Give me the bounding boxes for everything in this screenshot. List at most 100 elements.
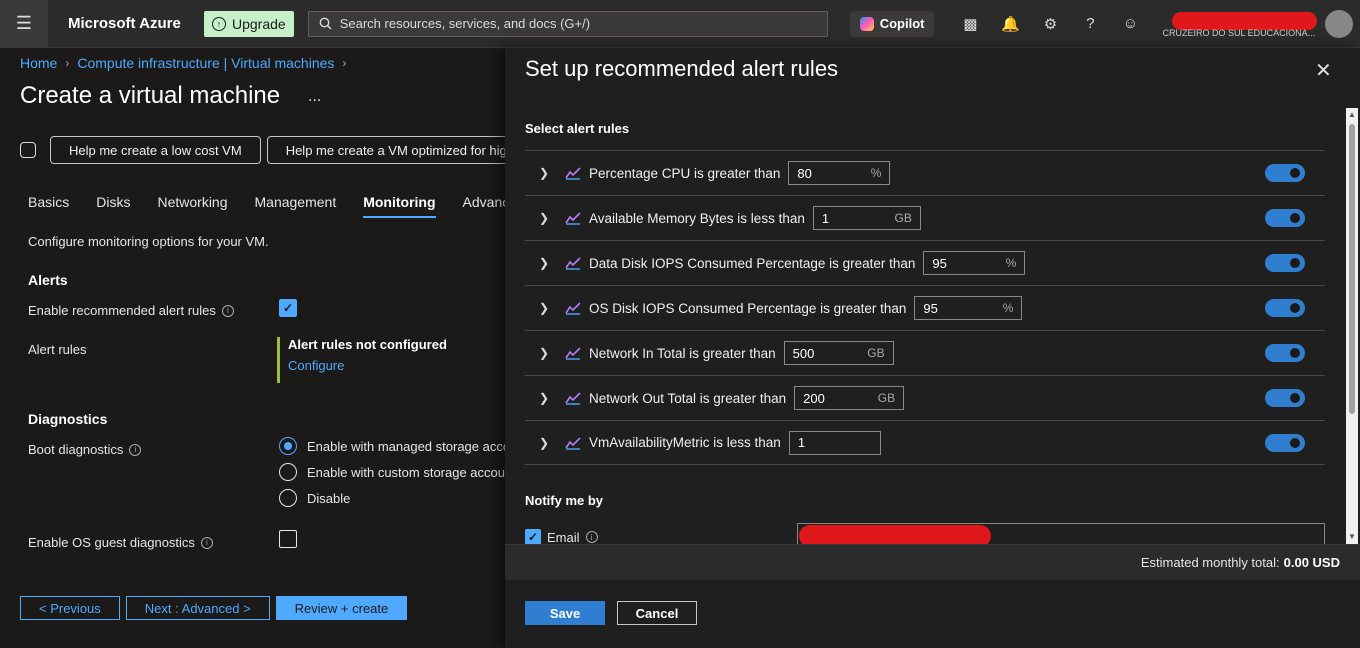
review-create-button[interactable]: Review + create (275, 596, 408, 620)
metric-chart-icon (565, 302, 581, 315)
menu-icon[interactable]: ☰ (0, 0, 48, 48)
radio[interactable] (279, 463, 297, 481)
cancel-button[interactable]: Cancel (617, 601, 697, 625)
estimate-label: Estimated monthly total: (1140, 555, 1280, 570)
redacted-email (799, 525, 991, 544)
info-icon[interactable]: i (200, 536, 213, 549)
metric-chart-icon (565, 347, 581, 360)
enable-alerts-checkbox[interactable]: ✓ (279, 299, 297, 317)
threshold-input[interactable]: 80 % (788, 161, 891, 185)
metric-chart-icon (565, 257, 581, 270)
scroll-down-icon[interactable]: ▼ (1348, 532, 1356, 541)
vertical-scrollbar[interactable]: ▲ ▼ (1346, 108, 1358, 544)
threshold-input[interactable]: 95 % (914, 296, 1023, 320)
copilot-button[interactable]: Copilot (849, 10, 935, 37)
tab-basics[interactable]: Basics (28, 194, 69, 218)
boot-option-disable[interactable]: Disable (279, 489, 350, 507)
boot-diagnostics-row: Boot diagnostics i (28, 442, 142, 457)
diagnostics-heading: Diagnostics (28, 411, 108, 427)
threshold-unit: GB (867, 346, 885, 360)
top-bar: ☰ Microsoft Azure ↑ Upgrade Search resou… (0, 0, 1360, 48)
info-icon[interactable]: i (221, 304, 234, 317)
close-icon[interactable]: ✕ (1315, 58, 1332, 83)
threshold-input[interactable]: 500 GB (783, 341, 894, 365)
rule-name: VmAvailabilityMetric is less than (589, 435, 781, 450)
copilot-label: Copilot (879, 16, 925, 31)
alert-rule-row: ❯ Percentage CPU is greater than 80 % (525, 150, 1325, 195)
breadcrumb-home[interactable]: Home (20, 55, 57, 71)
threshold-input[interactable]: 1 GB (812, 206, 921, 230)
email-option: ✓ Email i (525, 529, 598, 544)
blade-scroll-area: Select alert rules ❯ Percentage CPU is g… (505, 108, 1360, 544)
next-button[interactable]: Next : Advanced > (125, 596, 270, 620)
threshold-input[interactable]: 95 % (923, 251, 1026, 275)
configure-link[interactable]: Configure (288, 358, 447, 373)
info-icon[interactable]: i (585, 531, 598, 543)
enable-alerts-label: Enable recommended alert rules (28, 303, 216, 318)
rule-toggle[interactable] (1265, 254, 1305, 272)
search-icon (319, 17, 332, 30)
alert-rule-row: ❯ VmAvailabilityMetric is less than 1 (525, 420, 1325, 465)
threshold-value: 500 (792, 345, 815, 361)
threshold-value: 80 (797, 165, 812, 181)
metric-chart-icon (565, 167, 581, 180)
email-label: Email (547, 529, 580, 545)
tab-management[interactable]: Management (255, 194, 337, 218)
help-optimized-vm-button[interactable]: Help me create a VM optimized for hig (266, 136, 526, 164)
alert-rule-row: ❯ Network In Total is greater than 500 G… (525, 330, 1325, 375)
previous-button[interactable]: < Previous (20, 596, 120, 620)
os-guest-checkbox[interactable] (279, 530, 297, 548)
rule-toggle[interactable] (1265, 389, 1305, 407)
chevron-right-icon[interactable]: ❯ (539, 256, 559, 270)
wizard-tabs: Basics Disks Networking Management Monit… (28, 194, 517, 218)
search-input[interactable]: Search resources, services, and docs (G+… (307, 10, 828, 37)
chevron-right-icon[interactable]: ❯ (539, 346, 559, 360)
rule-toggle[interactable] (1265, 164, 1305, 182)
chevron-right-icon[interactable]: ❯ (539, 301, 559, 315)
help-icon[interactable]: ? (1070, 0, 1110, 48)
avatar[interactable] (1325, 10, 1353, 38)
rule-name: Available Memory Bytes is less than (589, 210, 805, 226)
chevron-right-icon[interactable]: ❯ (539, 436, 559, 450)
gear-icon[interactable]: ⚙ (1030, 0, 1070, 48)
rule-toggle[interactable] (1265, 209, 1305, 227)
feedback-icon[interactable]: ☺ (1110, 0, 1150, 48)
rule-toggle[interactable] (1265, 433, 1305, 452)
threshold-input[interactable]: 1 (788, 430, 881, 455)
chevron-right-icon[interactable]: ❯ (539, 391, 559, 405)
chevron-right-icon[interactable]: ❯ (539, 211, 559, 225)
alert-rule-row: ❯ Available Memory Bytes is less than 1 … (525, 195, 1325, 240)
boot-option-disable-label: Disable (307, 490, 351, 506)
metric-chart-icon (565, 212, 581, 225)
boot-option-custom[interactable]: Enable with custom storage accour (279, 463, 509, 481)
alert-rules-label: Alert rules (28, 342, 87, 357)
threshold-input[interactable]: 200 GB (794, 386, 905, 410)
info-icon[interactable]: i (129, 443, 142, 456)
more-options-icon[interactable]: ... (308, 88, 321, 106)
radio-selected[interactable] (279, 437, 297, 455)
copilot-icon (859, 16, 874, 31)
tab-disks[interactable]: Disks (96, 194, 130, 218)
save-button[interactable]: Save (525, 601, 605, 625)
rule-toggle[interactable] (1265, 344, 1305, 362)
cloud-shell-icon[interactable]: ▩ (950, 0, 990, 48)
tab-monitoring[interactable]: Monitoring (363, 194, 436, 218)
email-checkbox[interactable]: ✓ (525, 529, 541, 544)
radio[interactable] (279, 489, 297, 507)
upgrade-button[interactable]: ↑ Upgrade (204, 10, 294, 37)
help-low-cost-vm-button[interactable]: Help me create a low cost VM (50, 136, 261, 164)
boot-option-managed[interactable]: Enable with managed storage acco (279, 437, 510, 455)
rule-toggle[interactable] (1265, 299, 1305, 317)
alert-status-text: Alert rules not configured (288, 337, 447, 352)
threshold-value: 1 (797, 435, 806, 450)
bell-icon[interactable]: 🔔 (990, 0, 1030, 48)
tab-networking[interactable]: Networking (157, 194, 227, 218)
scrollbar-thumb[interactable] (1349, 124, 1355, 414)
account-menu[interactable]: CRUZEIRO DO SUL EDUCACIONA... (1162, 0, 1322, 48)
alert-rules-status: Alert rules not configured Configure (277, 337, 447, 383)
chevron-right-icon[interactable]: ❯ (539, 166, 559, 180)
breadcrumb-parent[interactable]: Compute infrastructure | Virtual machine… (77, 55, 334, 71)
alert-rules-blade: Set up recommended alert rules ✕ Select … (505, 48, 1360, 648)
scroll-up-icon[interactable]: ▲ (1348, 110, 1356, 119)
brand-title[interactable]: Microsoft Azure (68, 15, 204, 32)
